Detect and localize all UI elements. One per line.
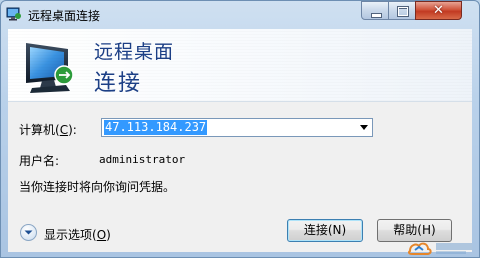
show-options-text[interactable]: 显示选项(	[44, 228, 97, 242]
username-value: administrator	[99, 153, 186, 166]
remote-desktop-window: 远程桌面连接 ✕ 远程桌面 连接 计算机(C): 47.113.184.237 …	[0, 0, 480, 258]
show-options-end[interactable]: )	[106, 228, 111, 242]
close-button[interactable]: ✕	[415, 1, 462, 20]
chevron-down-circle-icon[interactable]	[19, 223, 38, 242]
monitor-icon	[26, 43, 74, 93]
header-banner: 远程桌面 连接	[8, 29, 472, 101]
banner-title-line1: 远程桌面	[94, 41, 175, 63]
show-options-label[interactable]: 显示选项(O)	[44, 226, 111, 243]
computer-input-value[interactable]: 47.113.184.237	[104, 120, 208, 135]
computer-label-accesskey: C	[59, 123, 69, 137]
remote-desktop-icon	[6, 7, 21, 21]
connect-button[interactable]: 连接(N)	[287, 219, 363, 242]
show-options-accesskey[interactable]: O	[97, 228, 106, 242]
maximize-button[interactable]	[388, 1, 416, 20]
close-icon: ✕	[433, 3, 444, 18]
dialog-content: 计算机(C): 47.113.184.237 用户名: administrato…	[8, 101, 472, 252]
watermark-logo	[407, 242, 472, 255]
computer-label-end: ):	[68, 123, 77, 137]
title-bar[interactable]: 远程桌面连接 ✕	[1, 1, 479, 29]
credentials-info-text: 当你连接时将向你询问凭据。	[19, 180, 176, 194]
computer-label: 计算机(C):	[19, 121, 77, 138]
computer-combobox[interactable]: 47.113.184.237	[101, 118, 373, 137]
banner-title-line2: 连接	[94, 71, 143, 96]
username-label: 用户名:	[19, 154, 60, 168]
window-title: 远程桌面连接	[28, 9, 101, 23]
minimize-button[interactable]	[361, 1, 389, 20]
computer-label-text: 计算机(	[19, 123, 60, 137]
dropdown-arrow-icon[interactable]	[360, 125, 368, 130]
